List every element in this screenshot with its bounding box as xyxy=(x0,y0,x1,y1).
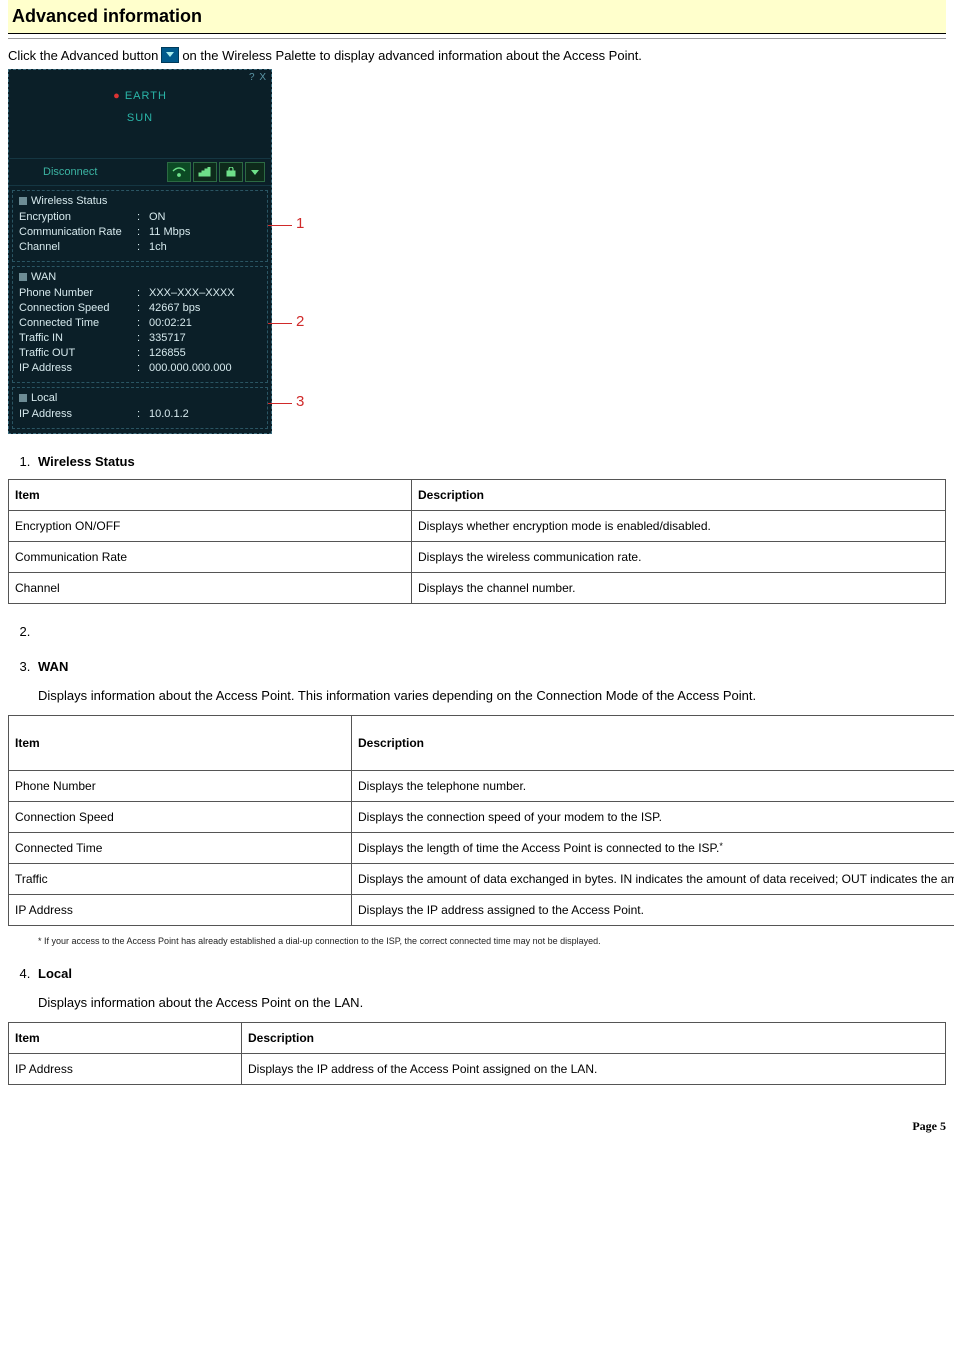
table-cell-desc: Displays the wireless communication rate… xyxy=(412,542,946,573)
table-header-item: Item xyxy=(9,480,412,511)
table-cell-desc: Displays whether encryption mode is enab… xyxy=(412,511,946,542)
pal-row-value: 00:02:21 xyxy=(149,316,261,331)
table-cell-desc: Displays the IP address of the Access Po… xyxy=(242,1054,946,1085)
table-row: Connection Speed Displays the connection… xyxy=(9,802,954,833)
table-row: Connected Time Displays the length of ti… xyxy=(9,833,954,864)
intro-post: on the Wireless Palette to display advan… xyxy=(182,48,642,63)
table-row: Communication Rate Displays the wireless… xyxy=(9,542,946,573)
palette-name-primary-text: EARTH xyxy=(125,90,167,102)
table-row: IP Address Displays the IP address of th… xyxy=(9,1054,946,1085)
pal-row-value: 126855 xyxy=(149,346,261,361)
table-header-desc: Description xyxy=(242,1023,946,1054)
pal-row-label: IP Address xyxy=(19,361,137,376)
section-local: Local Displays information about the Acc… xyxy=(34,966,946,1085)
section-subtext: Displays information about the Access Po… xyxy=(38,995,946,1010)
signal-icon[interactable] xyxy=(193,162,217,182)
pal-row-value: ON xyxy=(149,210,261,225)
lock-icon[interactable] xyxy=(219,162,243,182)
section-subtext: Displays information about the Access Po… xyxy=(38,688,946,703)
table-row: Phone Number Displays the telephone numb… xyxy=(9,771,954,802)
disconnect-button[interactable]: Disconnect xyxy=(15,166,165,178)
table-cell-desc: Displays the channel number. xyxy=(412,573,946,604)
callout-2-num: 2 xyxy=(296,313,304,330)
callout-1-num: 1 xyxy=(296,215,304,232)
palette-section-wan: WAN Phone Number:XXX–XXX–XXXX Connection… xyxy=(12,266,268,383)
pal-row-value: 335717 xyxy=(149,331,261,346)
table-cell-item: IP Address xyxy=(9,1054,242,1085)
wireless-status-table: Item Description Encryption ON/OFF Displ… xyxy=(8,479,946,604)
palette-container: ? X ● EARTH SUN Disconnect Wireless Stat… xyxy=(8,69,308,434)
table-cell-desc: Displays the IP address assigned to the … xyxy=(352,895,954,926)
wan-table: Item Description Phone Number Displays t… xyxy=(8,715,954,926)
section-list: Wireless Status Item Description Encrypt… xyxy=(24,454,946,1085)
pal-row-value: 000.000.000.000 xyxy=(149,361,261,376)
table-row: Encryption ON/OFF Displays whether encry… xyxy=(9,511,946,542)
table-header-desc: Description xyxy=(412,480,946,511)
table-cell-item: Encryption ON/OFF xyxy=(9,511,412,542)
palette-section-wireless-title: Wireless Status xyxy=(19,195,261,207)
palette-dropdown-icon[interactable] xyxy=(245,162,265,182)
dagger-mark: * xyxy=(719,841,723,851)
callout-3-num: 3 xyxy=(296,393,304,410)
palette-section-local-title: Local xyxy=(19,392,261,404)
table-cell-item: Channel xyxy=(9,573,412,604)
table-cell-item: Connection Speed xyxy=(9,802,352,833)
section-blank xyxy=(34,624,946,639)
title-rule xyxy=(8,38,946,39)
intro-text: Click the Advanced button on the Wireles… xyxy=(8,47,946,63)
section-wireless-status: Wireless Status Item Description Encrypt… xyxy=(34,454,946,604)
wifi-icon[interactable] xyxy=(167,162,191,182)
pal-row-label: IP Address xyxy=(19,407,137,422)
table-cell-desc: Displays the length of time the Access P… xyxy=(352,833,954,864)
table-header-item: Item xyxy=(9,716,352,771)
palette-section-local: Local IP Address:10.0.1.2 xyxy=(12,387,268,429)
palette-section-wan-title: WAN xyxy=(19,271,261,283)
pal-row-value: 10.0.1.2 xyxy=(149,407,261,422)
pal-row-value: XXX–XXX–XXXX xyxy=(149,286,261,301)
pal-row-value: 1ch xyxy=(149,240,261,255)
table-row: Traffic Displays the amount of data exch… xyxy=(9,864,954,895)
table-cell-item: IP Address xyxy=(9,895,352,926)
palette-name-secondary: SUN xyxy=(9,112,271,124)
pal-row-label: Connection Speed xyxy=(19,301,137,316)
table-cell-desc-text: Displays the length of time the Access P… xyxy=(358,841,719,855)
table-row: Channel Displays the channel number. xyxy=(9,573,946,604)
page-number: Page 5 xyxy=(8,1119,946,1134)
section-heading: Wireless Status xyxy=(38,454,135,469)
table-cell-item: Phone Number xyxy=(9,771,352,802)
pal-row-label: Traffic OUT xyxy=(19,346,137,361)
palette-name-primary: ● EARTH xyxy=(9,90,271,102)
section-heading: WAN xyxy=(38,659,68,674)
pal-row-label: Phone Number xyxy=(19,286,137,301)
palette-section-wireless: Wireless Status Encryption:ON Communicat… xyxy=(12,190,268,262)
table-cell-desc: Displays the connection speed of your mo… xyxy=(352,802,954,833)
wireless-palette: ? X ● EARTH SUN Disconnect Wireless Stat… xyxy=(8,69,272,434)
pal-row-label: Encryption xyxy=(19,210,137,225)
palette-window-controls[interactable]: ? X xyxy=(249,72,267,83)
local-table: Item Description IP Address Displays the… xyxy=(8,1022,946,1085)
page-number-text: Page 5 xyxy=(912,1119,946,1133)
advanced-button-icon xyxy=(161,47,179,63)
pal-row-value: 11 Mbps xyxy=(149,225,261,240)
pal-row-label: Connected Time xyxy=(19,316,137,331)
page-title: Advanced information xyxy=(8,0,946,34)
table-row: IP Address Displays the IP address assig… xyxy=(9,895,954,926)
table-cell-desc: Displays the telephone number. xyxy=(352,771,954,802)
table-cell-item: Communication Rate xyxy=(9,542,412,573)
section-wan: WAN Displays information about the Acces… xyxy=(34,659,946,946)
section-heading: Local xyxy=(38,966,72,981)
palette-header: ? X ● EARTH SUN xyxy=(9,70,271,158)
table-cell-item: Connected Time xyxy=(9,833,352,864)
pal-row-value: 42667 bps xyxy=(149,301,261,316)
table-cell-desc: Displays the amount of data exchanged in… xyxy=(352,864,954,895)
pal-row-label: Traffic IN xyxy=(19,331,137,346)
table-header-desc: Description xyxy=(352,716,954,771)
table-cell-item: Traffic xyxy=(9,864,352,895)
pal-row-label: Channel xyxy=(19,240,137,255)
palette-toolbar: Disconnect xyxy=(9,158,271,186)
intro-pre: Click the Advanced button xyxy=(8,48,158,63)
table-header-item: Item xyxy=(9,1023,242,1054)
wan-footnote: * If your access to the Access Point has… xyxy=(38,936,946,946)
pal-row-label: Communication Rate xyxy=(19,225,137,240)
